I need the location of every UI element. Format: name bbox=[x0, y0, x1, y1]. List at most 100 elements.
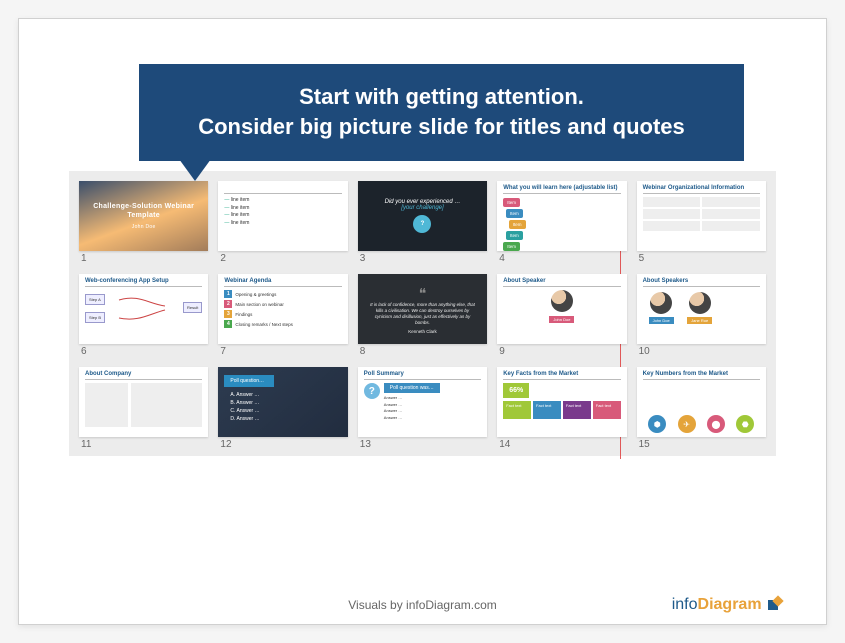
callout-banner: Start with getting attention. Consider b… bbox=[139, 64, 744, 161]
brand-logo: infoDiagram bbox=[672, 596, 786, 614]
slide-grid: Challenge-Solution Webinar Template John… bbox=[69, 171, 776, 456]
slide-number: 6 bbox=[79, 344, 208, 361]
slide-thumb-2[interactable]: line item line item line item line item bbox=[218, 181, 347, 251]
bullet: line item bbox=[224, 212, 341, 220]
slide-title: Webinar Organizational Information bbox=[643, 185, 760, 194]
slide-number: 3 bbox=[358, 251, 487, 268]
slide-cell: Webinar Agenda 1Opening & greetings 2Mai… bbox=[218, 274, 347, 361]
slide-number: 10 bbox=[637, 344, 766, 361]
question-mark-icon: ? bbox=[364, 383, 380, 399]
fact-cell: Fact text bbox=[533, 401, 561, 419]
slide-title: About Speaker bbox=[503, 278, 620, 287]
slide-title: Webinar Agenda bbox=[224, 278, 341, 287]
stat-pct: 60% bbox=[736, 436, 754, 437]
slide-cell: About Company 11 bbox=[79, 367, 208, 454]
option: B. Answer … bbox=[230, 399, 341, 407]
fact-cell: Fact text bbox=[503, 401, 531, 419]
avatar-icon bbox=[689, 292, 711, 314]
slide-cell: Poll question… A. Answer … B. Answer … C… bbox=[218, 367, 347, 454]
big-stat: 66% bbox=[503, 383, 529, 398]
slide-number: 5 bbox=[637, 251, 766, 268]
slide-cell: Challenge-Solution Webinar Template John… bbox=[79, 181, 208, 268]
slide-thumb-8[interactable]: ❝ It is lack of confidence, more than an… bbox=[358, 274, 487, 344]
slide-number: 14 bbox=[497, 437, 626, 454]
flow-boxes: Item Item Item Item Item bbox=[503, 197, 620, 251]
stat-pct: 70% bbox=[678, 436, 696, 437]
speaker-name: John Doe bbox=[549, 316, 574, 323]
agenda-text: Closing remarks / Next steps bbox=[235, 322, 293, 327]
agenda-num: 4 bbox=[224, 320, 232, 328]
slide-cell: ❝ It is lack of confidence, more than an… bbox=[358, 274, 487, 361]
stat-icon: ✈ bbox=[678, 415, 696, 433]
slide-number: 12 bbox=[218, 437, 347, 454]
slide-thumb-7[interactable]: Webinar Agenda 1Opening & greetings 2Mai… bbox=[218, 274, 347, 344]
slide-cell: line item line item line item line item … bbox=[218, 181, 347, 268]
slide-1-title: Challenge-Solution Webinar Template bbox=[85, 202, 202, 220]
fact-cell: Fact text bbox=[563, 401, 591, 419]
slide-thumb-10[interactable]: About Speakers John Doe Jane Roe bbox=[637, 274, 766, 344]
slide-thumb-15[interactable]: Key Numbers from the Market ⬢55% ✈70% ⬤4… bbox=[637, 367, 766, 437]
slide-thumb-3[interactable]: Did you ever experienced … [your challen… bbox=[358, 181, 487, 251]
slide-cell: Poll Summary ? Poll question was… Answer… bbox=[358, 367, 487, 454]
slide-number: 9 bbox=[497, 344, 626, 361]
slide-title bbox=[224, 185, 341, 194]
slide-cell: Key Facts from the Market 66% Fact text … bbox=[497, 367, 626, 454]
bullet: line item bbox=[224, 197, 341, 205]
logo-mark-icon bbox=[768, 598, 786, 612]
arrow-icon bbox=[79, 274, 208, 344]
agenda-num: 2 bbox=[224, 300, 232, 308]
stat-icon: ⬣ bbox=[736, 415, 754, 433]
slide-cell: Did you ever experienced … [your challen… bbox=[358, 181, 487, 268]
slide-thumb-11[interactable]: About Company bbox=[79, 367, 208, 437]
slide-thumb-4[interactable]: What you will learn here (adjustable lis… bbox=[497, 181, 626, 251]
agenda-num: 1 bbox=[224, 290, 232, 298]
slide-cell: About Speakers John Doe Jane Roe 10 bbox=[637, 274, 766, 361]
callout-tail bbox=[179, 159, 211, 181]
stat-icon: ⬢ bbox=[648, 415, 666, 433]
slide-thumb-1[interactable]: Challenge-Solution Webinar Template John… bbox=[79, 181, 208, 251]
slide-title: Key Facts from the Market bbox=[503, 371, 620, 380]
speaker-name: Jane Roe bbox=[687, 317, 712, 324]
slide-number: 8 bbox=[358, 344, 487, 361]
slide-title: About Company bbox=[85, 371, 202, 380]
slide-number: 2 bbox=[218, 251, 347, 268]
quote-author: Kenneth Clark bbox=[408, 329, 437, 335]
answer: Answer … bbox=[384, 415, 481, 421]
document-page: Start with getting attention. Consider b… bbox=[18, 18, 827, 625]
slide-thumb-6[interactable]: Web-conferencing App Setup Step A Step B… bbox=[79, 274, 208, 344]
question-mark-icon: ? bbox=[413, 215, 431, 233]
slide-1-subtitle: John Doe bbox=[85, 224, 202, 231]
stat-pct: 40% bbox=[707, 436, 725, 437]
callout-line-1: Start with getting attention. bbox=[169, 82, 714, 112]
slide-cell: Webinar Organizational Information 5 bbox=[637, 181, 766, 268]
fact-cell: Fact text bbox=[593, 401, 621, 419]
slide-title: Key Numbers from the Market bbox=[643, 371, 760, 380]
agenda-num: 3 bbox=[224, 310, 232, 318]
avatar-icon bbox=[650, 292, 672, 314]
stat-pct: 55% bbox=[648, 436, 666, 437]
slide-thumb-5[interactable]: Webinar Organizational Information bbox=[637, 181, 766, 251]
agenda-text: Opening & greetings bbox=[235, 292, 276, 297]
quote-mark-icon: ❝ bbox=[419, 284, 427, 302]
slide-cell: What you will learn here (adjustable lis… bbox=[497, 181, 626, 268]
slide-thumb-9[interactable]: About Speaker John Doe bbox=[497, 274, 626, 344]
slide-thumb-13[interactable]: Poll Summary ? Poll question was… Answer… bbox=[358, 367, 487, 437]
poll-options: A. Answer … B. Answer … C. Answer … D. A… bbox=[230, 391, 341, 423]
bullet-list: line item line item line item line item bbox=[224, 197, 341, 227]
poll-banner: Poll question was… bbox=[384, 383, 440, 393]
slide-cell: Key Numbers from the Market ⬢55% ✈70% ⬤4… bbox=[637, 367, 766, 454]
bullet: line item bbox=[224, 205, 341, 213]
bullet: line item bbox=[224, 220, 341, 228]
agenda-text: Main section on webinar bbox=[235, 302, 284, 307]
slide-thumb-14[interactable]: Key Facts from the Market 66% Fact text … bbox=[497, 367, 626, 437]
slide-number: 15 bbox=[637, 437, 766, 454]
option: D. Answer … bbox=[230, 415, 341, 423]
slide-cell: Web-conferencing App Setup Step A Step B… bbox=[79, 274, 208, 361]
slide-cell: About Speaker John Doe 9 bbox=[497, 274, 626, 361]
option: C. Answer … bbox=[230, 407, 341, 415]
slide-thumb-12[interactable]: Poll question… A. Answer … B. Answer … C… bbox=[218, 367, 347, 437]
slide-number: 11 bbox=[79, 437, 208, 454]
avatar-icon bbox=[551, 290, 573, 312]
slide-title: Poll Summary bbox=[364, 371, 481, 380]
speaker-name: John Doe bbox=[649, 317, 674, 324]
